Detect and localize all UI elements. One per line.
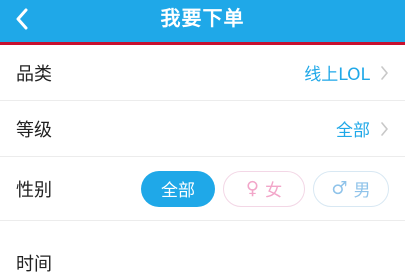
category-value[interactable]: 线上LOL: [304, 60, 389, 85]
male-icon: ♂: [331, 178, 348, 199]
level-value-text: 全部: [336, 121, 370, 141]
level-value[interactable]: 全部: [336, 116, 389, 141]
time-label: 时间: [16, 254, 52, 275]
gender-selector: 全部 ♀ 女 ♂ 男: [141, 170, 389, 207]
top-navbar: 我要下单: [0, 0, 405, 45]
female-icon: ♀: [245, 178, 260, 199]
category-row[interactable]: 品类 线上LOL: [0, 45, 405, 101]
category-label: 品类: [16, 63, 52, 85]
gender-option-male-label: 男: [353, 181, 371, 201]
gender-option-female[interactable]: ♀ 女: [223, 170, 305, 207]
gender-option-female-label: 女: [265, 181, 283, 201]
back-button[interactable]: [8, 4, 36, 34]
gender-option-all-label: 全部: [161, 181, 195, 201]
chevron-right-icon: [381, 121, 388, 136]
page-title: 我要下单: [160, 6, 245, 30]
level-label: 等级: [16, 119, 52, 141]
gender-label: 性别: [16, 179, 52, 201]
category-value-text: 线上LOL: [304, 65, 370, 85]
gender-option-male[interactable]: ♂ 男: [313, 170, 389, 207]
gender-option-all[interactable]: 全部: [141, 170, 215, 207]
time-row[interactable]: 时间: [0, 221, 405, 275]
level-row[interactable]: 等级 全部: [0, 101, 405, 157]
chevron-left-icon: [16, 8, 28, 30]
chevron-right-icon: [381, 65, 388, 80]
gender-row: 性别 全部 ♀ 女 ♂ 男: [0, 157, 405, 221]
